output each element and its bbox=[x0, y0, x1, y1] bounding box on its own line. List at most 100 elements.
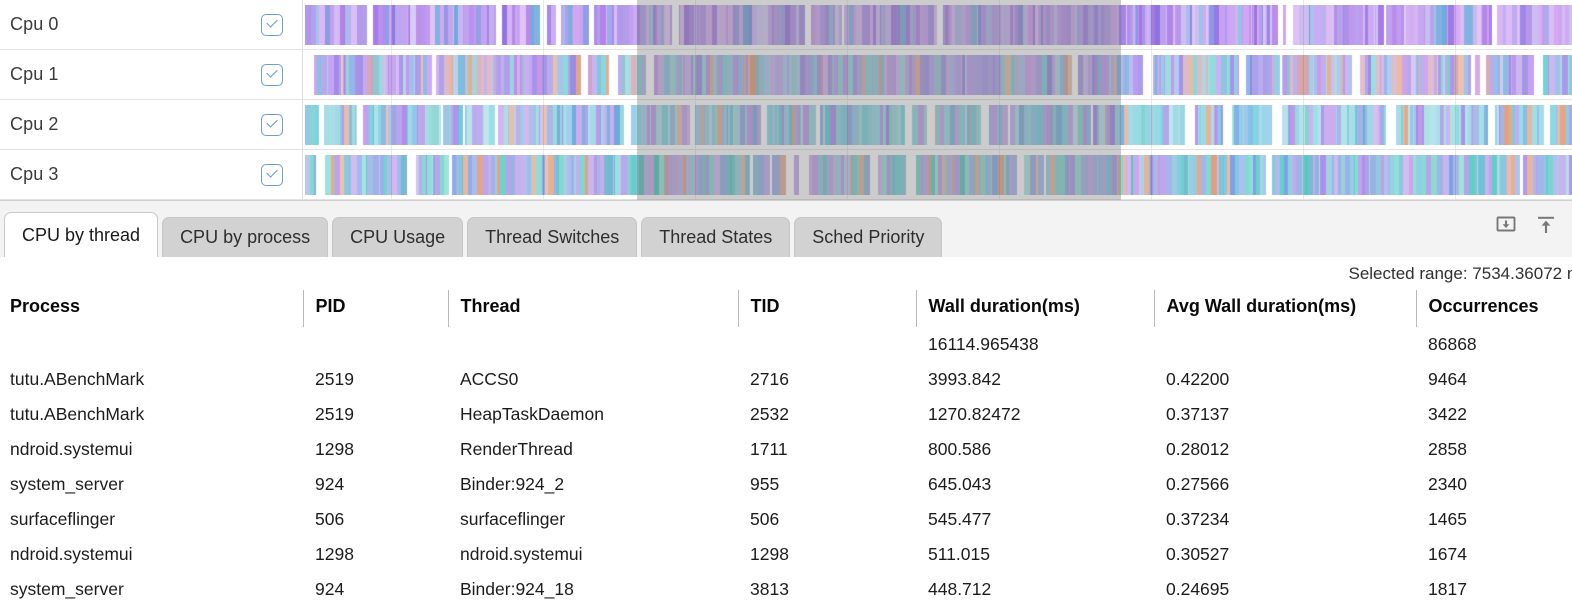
details-panel: Selected range: 7534.36072 m Process PID T… bbox=[0, 257, 1572, 600]
cell-tid: 3813 bbox=[750, 579, 789, 599]
timeline-gridline bbox=[543, 150, 544, 199]
cell-occurrences: 1465 bbox=[1428, 509, 1467, 529]
track-header-cpu1[interactable]: Cpu 1 bbox=[0, 50, 303, 99]
cell-pid: 1298 bbox=[315, 439, 354, 459]
tab-cpu-by-process[interactable]: CPU by process bbox=[162, 217, 329, 257]
table-row[interactable]: surfaceflinger 506 surfaceflinger 506 545.47… bbox=[0, 502, 1572, 537]
cell-occurrences: 86868 bbox=[1428, 334, 1477, 354]
column-header-pid[interactable]: PID bbox=[302, 290, 448, 327]
track-header-cpu0[interactable]: Cpu 0 bbox=[0, 0, 303, 49]
cell-wall-duration-ms: 511.015 bbox=[928, 544, 990, 564]
cell-occurrences: 3422 bbox=[1428, 404, 1467, 424]
timeline-gridline bbox=[999, 50, 1000, 99]
table-row[interactable]: ndroid.systemui 1298 ndroid.systemui 1298 51… bbox=[0, 537, 1572, 572]
cell-process: tutu.ABenchMark bbox=[10, 369, 145, 389]
cell-thread: ndroid.systemui bbox=[460, 544, 583, 564]
cell-wall-duration-ms: 645.043 bbox=[928, 474, 992, 494]
cell-occurrences: 9464 bbox=[1428, 369, 1467, 389]
tab-sched-priority[interactable]: Sched Priority bbox=[794, 217, 943, 257]
track-slices-cpu3[interactable] bbox=[303, 150, 1572, 199]
column-header-occurrences[interactable]: Occurrences bbox=[1415, 290, 1572, 327]
tab-thread-states[interactable]: Thread States bbox=[641, 217, 791, 257]
table-row[interactable]: system_server 924 Binder:924_2 955 645.043 0.… bbox=[0, 467, 1572, 502]
track-header-cpu3[interactable]: Cpu 3 bbox=[0, 150, 303, 199]
cell-wall-duration-ms: 800.586 bbox=[928, 439, 992, 459]
cell-tid: 1711 bbox=[750, 439, 788, 459]
table-summary-row[interactable]: 16114.965438 86868 bbox=[0, 327, 1572, 362]
cell-pid: 2519 bbox=[315, 369, 354, 389]
tab-thread-switches[interactable]: Thread Switches bbox=[467, 217, 638, 257]
cell-thread: RenderThread bbox=[460, 439, 573, 459]
cell-avg-wall-duration-ms: 0.37234 bbox=[1166, 509, 1230, 529]
timeline-gridline bbox=[999, 0, 1000, 49]
cell-process: tutu.ABenchMark bbox=[10, 404, 145, 424]
table-row[interactable]: tutu.ABenchMark 2519 HeapTaskDaemon 2532 127… bbox=[0, 397, 1572, 432]
cell-pid: 2519 bbox=[315, 404, 354, 424]
table-row[interactable]: system_server 924 Binder:924_18 3813 448.712… bbox=[0, 572, 1572, 607]
dock-bottom-icon[interactable] bbox=[1494, 213, 1518, 237]
timeline-gridline bbox=[1151, 100, 1152, 149]
column-header-thread[interactable]: Thread bbox=[447, 290, 738, 327]
selected-range-line: Selected range: 7534.36072 m bbox=[0, 257, 1572, 290]
track-slices-cpu1[interactable] bbox=[303, 50, 1572, 99]
timeline-gridline bbox=[543, 50, 544, 99]
timeline-gridline bbox=[543, 100, 544, 149]
slice-strip bbox=[305, 5, 1572, 45]
timeline-gridline bbox=[999, 150, 1000, 199]
cell-wall-duration-ms: 16114.965438 bbox=[928, 334, 1039, 354]
timeline-gridline bbox=[847, 150, 848, 199]
table-row[interactable]: ndroid.systemui 1298 RenderThread 1711 800.5… bbox=[0, 432, 1572, 467]
track-slices-cpu2[interactable] bbox=[303, 100, 1572, 149]
timeline-gridline bbox=[695, 100, 696, 149]
track-row[interactable]: Cpu 3 bbox=[0, 150, 1572, 200]
cell-pid: 506 bbox=[315, 509, 345, 529]
timeline-gridline bbox=[1151, 0, 1152, 49]
timeline-gridline bbox=[391, 100, 392, 149]
cell-avg-wall-duration-ms bbox=[1154, 327, 1416, 362]
tab-cpu-by-thread[interactable]: CPU by thread bbox=[4, 212, 159, 257]
track-row[interactable]: Cpu 0 bbox=[0, 0, 1572, 50]
table-header: Process PID Thread TID Wall duration(ms) Avg … bbox=[0, 290, 1572, 327]
cpu-timeline-tracks: Cpu 0 Cpu 1 Cpu 2 Cpu 3 bbox=[0, 0, 1572, 200]
column-header-avg-wall-duration-ms[interactable]: Avg Wall duration(ms) bbox=[1153, 290, 1416, 327]
expand-top-icon[interactable] bbox=[1534, 213, 1558, 237]
table-row[interactable]: tutu.ABenchMark 2519 ACCS0 2716 3993.842 0.42… bbox=[0, 362, 1572, 397]
track-row[interactable]: Cpu 1 bbox=[0, 50, 1572, 100]
track-header-cpu2[interactable]: Cpu 2 bbox=[0, 100, 303, 149]
timeline-gridline bbox=[391, 50, 392, 99]
track-label: Cpu 2 bbox=[10, 114, 59, 134]
cell-wall-duration-ms: 1270.82472 bbox=[928, 404, 1021, 424]
track-row[interactable]: Cpu 2 bbox=[0, 100, 1572, 150]
cell-tid bbox=[738, 327, 916, 362]
track-slices-cpu0[interactable] bbox=[303, 0, 1572, 49]
cell-avg-wall-duration-ms: 0.28012 bbox=[1166, 439, 1230, 459]
cell-avg-wall-duration-ms: 0.42200 bbox=[1166, 369, 1230, 389]
track-checkbox-cpu2[interactable] bbox=[261, 113, 283, 136]
cpu-by-thread-table: Process PID Thread TID Wall duration(ms) Avg … bbox=[0, 290, 1572, 607]
column-header-tid[interactable]: TID bbox=[737, 290, 916, 327]
column-header-process[interactable]: Process bbox=[0, 290, 303, 327]
cell-occurrences: 1817 bbox=[1428, 579, 1467, 599]
cell-occurrences: 2340 bbox=[1428, 474, 1467, 494]
cell-wall-duration-ms: 3993.842 bbox=[928, 369, 1001, 389]
cell-avg-wall-duration-ms: 0.37137 bbox=[1166, 404, 1230, 424]
track-checkbox-cpu1[interactable] bbox=[261, 63, 283, 86]
column-header-wall-duration-ms[interactable]: Wall duration(ms) bbox=[915, 290, 1154, 327]
timeline-gridline bbox=[1303, 0, 1304, 49]
cell-occurrences: 1674 bbox=[1428, 544, 1467, 564]
track-checkbox-cpu0[interactable] bbox=[261, 13, 283, 36]
cell-process: ndroid.systemui bbox=[10, 544, 133, 564]
cell-pid: 924 bbox=[315, 579, 345, 599]
timeline-gridline bbox=[543, 0, 544, 49]
cell-pid: 924 bbox=[315, 474, 345, 494]
timeline-gridline bbox=[1455, 100, 1456, 149]
timeline-gridline bbox=[1455, 0, 1456, 49]
slice-strip bbox=[305, 155, 1572, 195]
cell-wall-duration-ms: 545.477 bbox=[928, 509, 992, 529]
timeline-gridline bbox=[847, 100, 848, 149]
track-checkbox-cpu3[interactable] bbox=[261, 163, 283, 186]
cell-wall-duration-ms: 448.712 bbox=[928, 579, 992, 599]
tab-cpu-usage[interactable]: CPU Usage bbox=[332, 217, 464, 257]
cell-thread bbox=[448, 327, 738, 362]
cell-thread: Binder:924_2 bbox=[460, 474, 565, 494]
